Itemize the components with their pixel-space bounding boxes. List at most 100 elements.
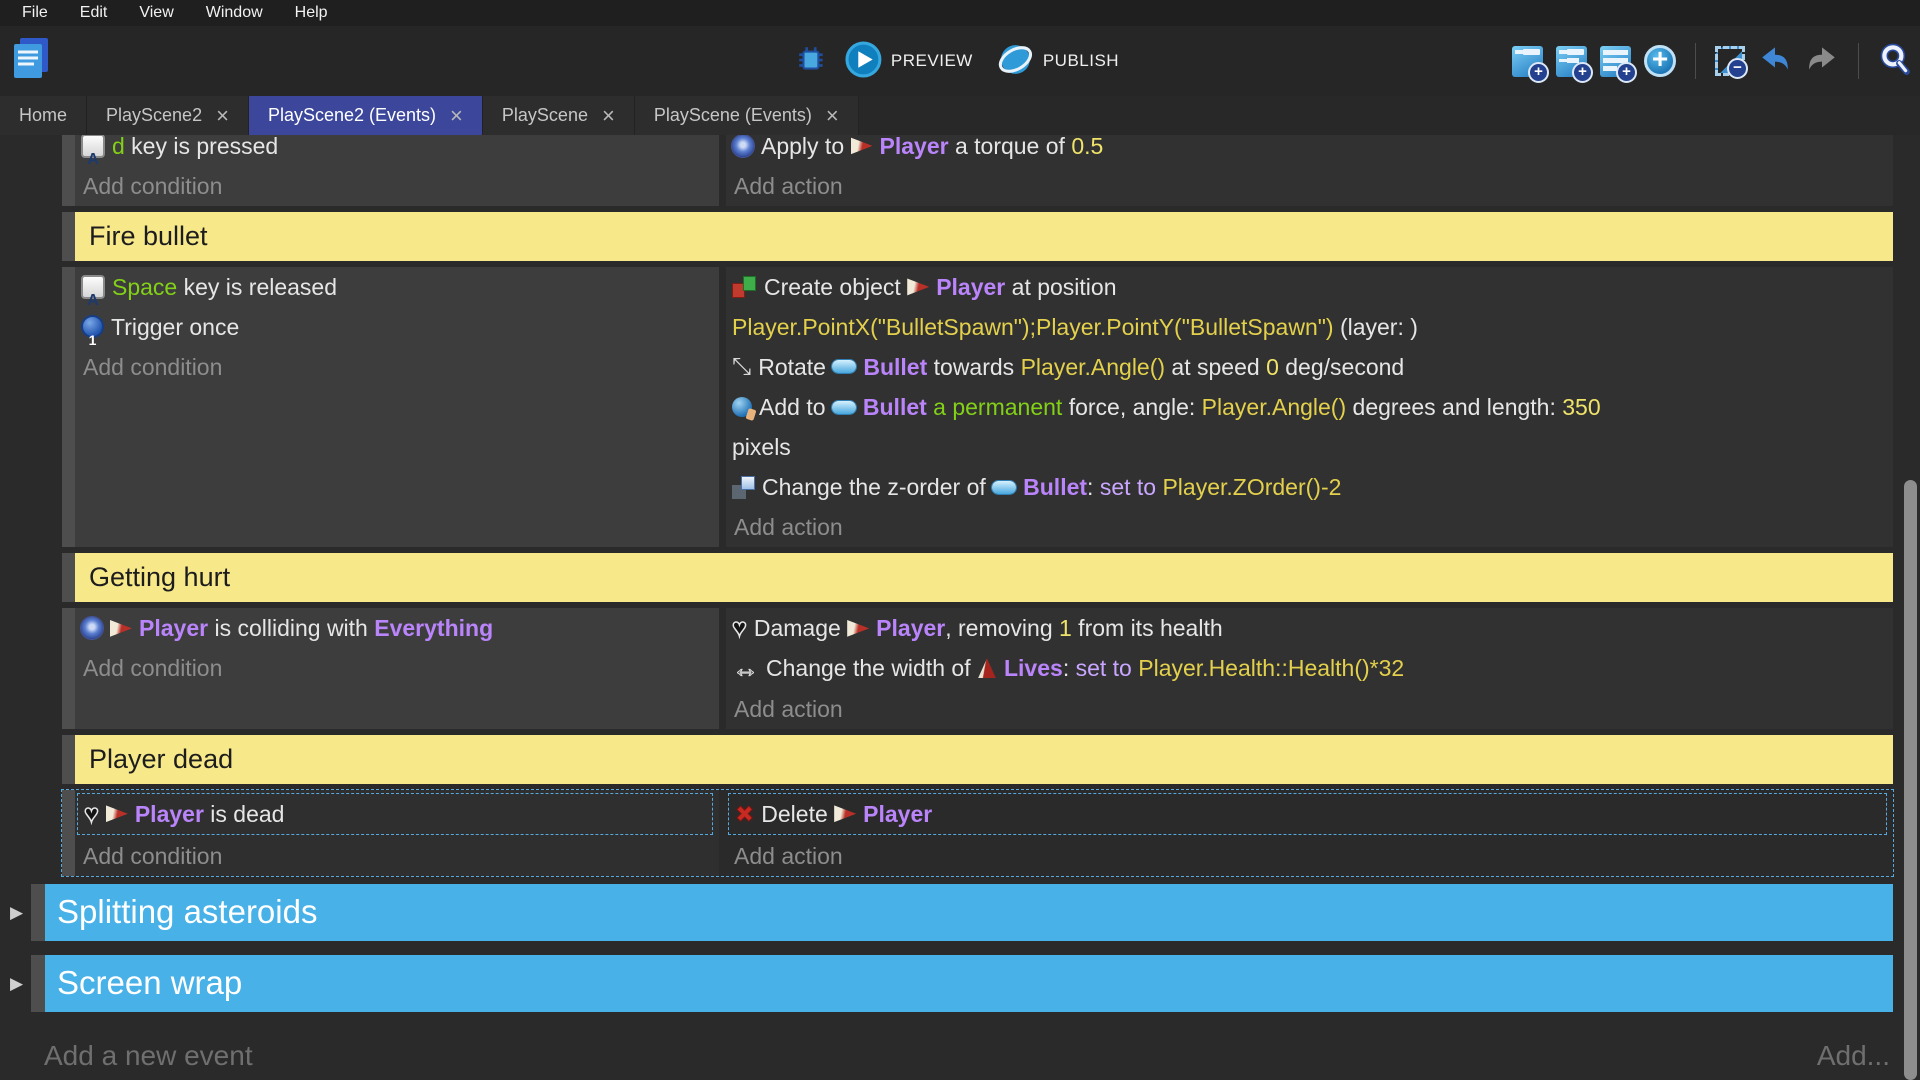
plain-text: force, angle: — [1062, 394, 1201, 420]
redo-icon[interactable] — [1805, 42, 1839, 81]
menu-item-edit[interactable]: Edit — [68, 4, 120, 22]
condition-instruction[interactable]: d key is pressed — [75, 135, 719, 166]
add-action-link[interactable]: Add action — [726, 836, 1893, 876]
expression: Player.Angle() — [1021, 354, 1165, 380]
event-drag-handle[interactable] — [62, 212, 75, 261]
group-title: Splitting asteroids — [45, 884, 1893, 941]
action-instruction[interactable]: Damage Player, removing 1 from its healt… — [726, 608, 1893, 648]
add-more-link[interactable]: Add... — [1817, 1040, 1890, 1072]
plain-text: (layer: ) — [1334, 314, 1418, 340]
plain-text: at speed — [1165, 354, 1266, 380]
action-instruction[interactable]: Create object Player at positionPlayer.P… — [726, 267, 1893, 347]
menu-item-help[interactable]: Help — [283, 4, 340, 22]
tab-close-icon[interactable]: × — [602, 107, 615, 125]
event-drag-handle[interactable] — [31, 884, 45, 941]
add-event-icon[interactable]: + — [1512, 46, 1543, 77]
tab-playscene2-events[interactable]: PlayScene2 (Events)× — [249, 96, 483, 135]
number-value: 1 — [1059, 615, 1072, 641]
tab-home[interactable]: Home — [0, 96, 87, 135]
menu-bar: File Edit View Window Help — [0, 0, 1920, 26]
event-drag-handle[interactable] — [31, 955, 45, 1012]
action-instruction[interactable]: Change the width of Lives: set to Player… — [726, 648, 1893, 688]
debug-icon[interactable] — [795, 43, 827, 80]
conditions-column: Player is deadAdd condition — [75, 790, 719, 876]
badge-add-comment: + — [1616, 62, 1637, 83]
tab-label: PlayScene — [502, 105, 588, 126]
bullet-object-icon — [992, 481, 1016, 494]
vertical-scrollbar-thumb[interactable] — [1904, 480, 1917, 1080]
condition-instruction[interactable]: Trigger once — [75, 307, 719, 347]
add-condition-link[interactable]: Add condition — [75, 648, 719, 688]
condition-instruction[interactable]: Player is dead — [78, 794, 712, 834]
event-drag-handle[interactable] — [62, 735, 75, 784]
actions-column: Create object Player at positionPlayer.P… — [719, 267, 1893, 547]
collapse-arrow-icon[interactable]: ▶ — [10, 903, 23, 923]
player-object-icon — [907, 277, 929, 297]
key-name: Space — [112, 274, 177, 300]
event-drag-handle[interactable] — [62, 267, 75, 547]
collapse-arrow-icon[interactable]: ▶ — [10, 974, 23, 994]
add-condition-link[interactable]: Add condition — [75, 347, 719, 387]
tab-playscene-events[interactable]: PlayScene (Events) × — [635, 96, 859, 135]
add-action-link[interactable]: Add action — [726, 689, 1893, 729]
physics-behavior-icon — [81, 617, 103, 639]
add-new-event-link[interactable]: Add a new event — [44, 1040, 253, 1072]
tab-close-icon[interactable]: × — [450, 107, 463, 125]
event-drag-handle[interactable] — [62, 790, 75, 876]
z-order-icon — [732, 476, 755, 499]
action-instruction[interactable]: Change the z-order of Bullet: set to Pla… — [726, 467, 1893, 507]
add-comment-icon[interactable]: + — [1600, 46, 1631, 77]
tab-playscene[interactable]: PlayScene × — [483, 96, 635, 135]
conditions-column: d key is pressedAdd condition — [75, 135, 719, 206]
actions-column: Apply to Player a torque of 0.5Add actio… — [719, 135, 1893, 206]
action-instruction[interactable]: Rotate Bullet towards Player.Angle() at … — [726, 347, 1893, 387]
object-name: Bullet — [863, 354, 927, 380]
preview-label: PREVIEW — [891, 51, 973, 71]
number-value: 0 — [1266, 354, 1279, 380]
tab-close-icon[interactable]: × — [216, 107, 229, 125]
add-action-link[interactable]: Add action — [726, 507, 1893, 547]
bullet-object-icon — [832, 360, 856, 373]
add-action-link[interactable]: Add action — [726, 166, 1893, 206]
tab-close-icon[interactable]: × — [826, 107, 839, 125]
add-condition-link[interactable]: Add condition — [75, 836, 719, 876]
tab-bar: HomePlayScene2×PlayScene2 (Events)×PlayS… — [0, 96, 1920, 135]
action-instruction[interactable]: Add to Bullet a permanent force, angle: … — [726, 387, 1893, 467]
expression: Player.PointX("BulletSpawn");Player.Poin… — [732, 314, 1334, 340]
comment-row[interactable]: Getting hurt — [62, 553, 1893, 602]
trigger-once-icon — [81, 315, 104, 338]
menu-item-view[interactable]: View — [127, 4, 185, 22]
action-instruction[interactable]: Delete Player — [729, 794, 1886, 834]
undo-icon[interactable] — [1758, 42, 1792, 81]
event-drag-handle[interactable] — [62, 135, 75, 206]
plain-text: Damage — [754, 615, 847, 641]
menu-item-file[interactable]: File — [10, 4, 60, 22]
condition-instruction[interactable]: Space key is released — [75, 267, 719, 307]
plain-text: Apply to — [761, 135, 851, 159]
event-group-row[interactable]: ▶Splitting asteroids — [31, 884, 1893, 941]
comment-row[interactable]: Player dead — [62, 735, 1893, 784]
tab-label: PlayScene (Events) — [654, 105, 812, 126]
menu-item-window[interactable]: Window — [194, 4, 275, 22]
delete-selected-icon[interactable]: − — [1715, 46, 1745, 76]
event-drag-handle[interactable] — [62, 608, 75, 728]
publish-button[interactable]: PUBLISH — [991, 40, 1125, 82]
search-icon[interactable] — [1878, 42, 1912, 81]
action-instruction[interactable]: Apply to Player a torque of 0.5 — [726, 135, 1893, 166]
add-condition-link[interactable]: Add condition — [75, 166, 719, 206]
tab-playscene2[interactable]: PlayScene2× — [87, 96, 249, 135]
comment-row[interactable]: Fire bullet — [62, 212, 1893, 261]
condition-instruction[interactable]: Player is colliding with Everything — [75, 608, 719, 648]
preview-button[interactable]: PREVIEW — [839, 40, 979, 82]
plain-text: Delete — [761, 801, 834, 827]
add-sub-event-icon[interactable]: + — [1556, 46, 1587, 77]
number-value: 350 — [1562, 394, 1600, 420]
event-group-row[interactable]: ▶Screen wrap — [31, 955, 1893, 1012]
plain-text: key is released — [177, 274, 337, 300]
project-manager-icon[interactable] — [12, 36, 50, 87]
physics-behavior-icon — [732, 135, 754, 157]
object-name: Player — [139, 615, 208, 641]
event-drag-handle[interactable] — [62, 553, 75, 602]
add-circle-icon[interactable] — [1644, 45, 1676, 77]
actions-column: Damage Player, removing 1 from its healt… — [719, 608, 1893, 728]
